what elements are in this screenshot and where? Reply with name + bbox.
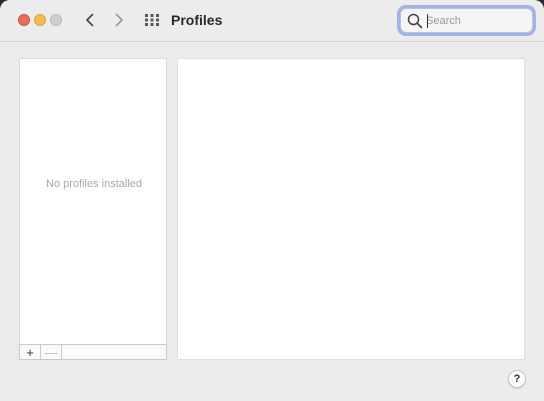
close-button[interactable] — [18, 14, 30, 26]
grid-icon — [145, 14, 159, 26]
title-bar: Profiles — [0, 0, 544, 42]
window-title: Profiles — [171, 12, 223, 28]
chevron-left-icon — [86, 13, 94, 27]
empty-list-message: No profiles installed — [46, 178, 142, 190]
search-input[interactable] — [426, 12, 526, 30]
zoom-button[interactable] — [50, 14, 62, 26]
help-button[interactable]: ? — [508, 370, 526, 388]
back-button[interactable] — [79, 9, 101, 31]
search-icon — [407, 13, 423, 29]
remove-profile-button[interactable]: — — [41, 345, 62, 359]
show-all-button[interactable] — [143, 12, 161, 28]
list-toolbar: + — — [19, 344, 167, 360]
profile-detail-pane — [177, 58, 525, 360]
forward-button[interactable] — [108, 9, 130, 31]
text-caret — [427, 14, 428, 28]
profiles-list[interactable]: No profiles installed — [19, 58, 167, 344]
minimize-button[interactable] — [34, 14, 46, 26]
add-profile-button[interactable]: + — [20, 345, 41, 359]
profiles-window: Profiles No profiles installed + — ? — [0, 0, 544, 401]
chevron-right-icon — [115, 13, 123, 27]
search-field[interactable] — [400, 8, 533, 33]
